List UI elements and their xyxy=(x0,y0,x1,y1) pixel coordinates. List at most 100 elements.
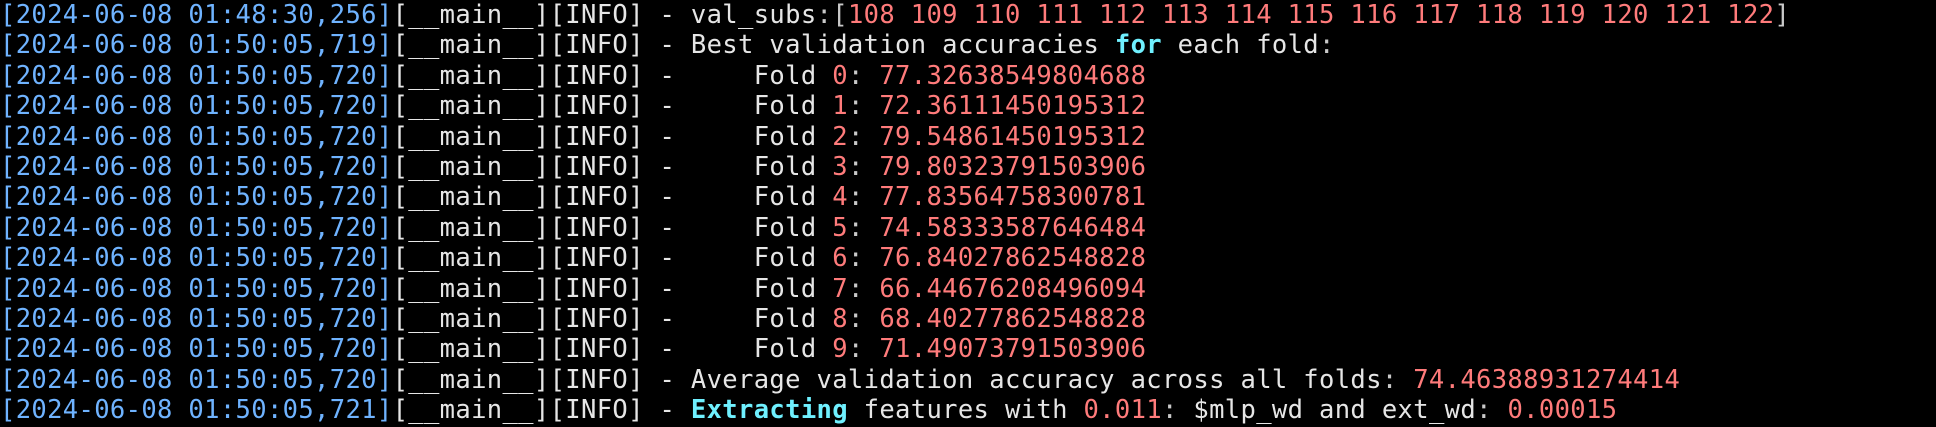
log-timestamp: [2024-06-08 01:50:05,720] xyxy=(0,182,393,213)
log-message-segment: Extracting xyxy=(690,395,848,426)
log-line: [2024-06-08 01:50:05,720][__main__][INFO… xyxy=(0,91,1936,121)
log-message-segment: 5 xyxy=(832,212,848,243)
log-message-segment: 74.46388931274414 xyxy=(1413,364,1681,395)
log-line: [2024-06-08 01:50:05,720][__main__][INFO… xyxy=(0,182,1936,212)
log-message-segment: : xyxy=(847,121,880,152)
log-message-segment: Fold xyxy=(690,151,833,182)
log-prefix: [__main__][INFO] - xyxy=(392,30,691,61)
log-timestamp: [2024-06-08 01:48:30,256] xyxy=(0,0,393,30)
log-message-segment: : xyxy=(847,243,880,274)
log-line: [2024-06-08 01:50:05,720][__main__][INFO… xyxy=(0,61,1936,91)
log-prefix: [__main__][INFO] - xyxy=(392,212,691,243)
log-timestamp: [2024-06-08 01:50:05,720] xyxy=(0,121,393,152)
log-message-segment: Average validation accuracy across all f… xyxy=(690,364,1382,395)
log-message-segment: ] xyxy=(1774,0,1791,30)
log-message-segment: : xyxy=(847,334,880,365)
log-message-segment: : xyxy=(1381,364,1414,395)
log-message-segment: : xyxy=(847,60,880,91)
log-message-segment: features with xyxy=(847,395,1084,426)
log-message-segment: 6 xyxy=(832,243,848,274)
log-message-segment: : xyxy=(847,273,880,304)
log-timestamp: [2024-06-08 01:50:05,720] xyxy=(0,303,393,334)
log-message-segment: for xyxy=(1114,30,1162,61)
log-message-segment: Fold xyxy=(690,303,833,334)
log-line: [2024-06-08 01:50:05,721][__main__][INFO… xyxy=(0,395,1936,425)
log-timestamp: [2024-06-08 01:50:05,720] xyxy=(0,91,393,122)
log-prefix: [__main__][INFO] - xyxy=(392,91,691,122)
log-message-segment: 71.49073791503906 xyxy=(879,334,1147,365)
log-message-segment: 0.00015 xyxy=(1507,395,1618,426)
log-timestamp: [2024-06-08 01:50:05,720] xyxy=(0,273,393,304)
log-message-segment: 2 xyxy=(832,121,848,152)
log-message-segment: 68.40277862548828 xyxy=(879,303,1147,334)
log-message-segment: Fold xyxy=(690,334,833,365)
log-prefix: [__main__][INFO] - xyxy=(392,243,691,274)
log-message-segment: : xyxy=(847,151,880,182)
log-line: [2024-06-08 01:48:30,256][__main__][INFO… xyxy=(0,0,1936,30)
log-message-segment: each fold xyxy=(1161,30,1320,61)
log-timestamp: [2024-06-08 01:50:05,720] xyxy=(0,364,393,395)
log-timestamp: [2024-06-08 01:50:05,720] xyxy=(0,243,393,274)
log-prefix: [__main__][INFO] - xyxy=(392,60,691,91)
terminal-output[interactable]: [2024-06-08 01:48:30,256][__main__][INFO… xyxy=(0,0,1936,425)
log-message-segment: : xyxy=(1476,395,1508,426)
log-prefix: [__main__][INFO] - xyxy=(392,0,691,30)
log-timestamp: [2024-06-08 01:50:05,720] xyxy=(0,212,393,243)
log-message-segment: Best validation accuracies xyxy=(690,30,1115,61)
log-message-segment: 108 109 110 111 112 113 114 115 116 117 … xyxy=(847,0,1775,30)
log-message-segment: : xyxy=(1162,395,1194,426)
log-line: [2024-06-08 01:50:05,720][__main__][INFO… xyxy=(0,304,1936,334)
log-message-segment: 1 xyxy=(832,91,848,122)
log-message-segment: 4 xyxy=(832,182,848,213)
log-timestamp: [2024-06-08 01:50:05,720] xyxy=(0,334,393,365)
log-message-segment: 9 xyxy=(832,334,848,365)
log-message-segment: Fold xyxy=(690,243,833,274)
log-prefix: [__main__][INFO] - xyxy=(392,182,691,213)
log-message-segment: 74.58333587646484 xyxy=(879,212,1147,243)
log-prefix: [__main__][INFO] - xyxy=(392,273,691,304)
log-message-segment: Fold xyxy=(690,121,833,152)
log-message-segment: 66.44676208496094 xyxy=(879,273,1147,304)
log-prefix: [__main__][INFO] - xyxy=(392,395,691,426)
log-message-segment: : xyxy=(847,303,880,334)
log-message-segment: : xyxy=(847,91,880,122)
log-message-segment: 72.36111450195312 xyxy=(879,91,1147,122)
log-message-segment: 77.83564758300781 xyxy=(879,182,1147,213)
log-line: [2024-06-08 01:50:05,720][__main__][INFO… xyxy=(0,213,1936,243)
log-prefix: [__main__][INFO] - xyxy=(392,334,691,365)
log-line: [2024-06-08 01:50:05,720][__main__][INFO… xyxy=(0,122,1936,152)
log-message-segment: 0.011 xyxy=(1083,395,1162,426)
log-message-segment: 79.54861450195312 xyxy=(879,121,1147,152)
log-message-segment: 0 xyxy=(832,60,848,91)
log-line: [2024-06-08 01:50:05,720][__main__][INFO… xyxy=(0,365,1936,395)
log-message-segment: : xyxy=(847,182,880,213)
log-message-segment: 7 xyxy=(832,273,848,304)
log-message-segment: : xyxy=(1319,30,1335,61)
log-prefix: [__main__][INFO] - xyxy=(392,121,691,152)
log-timestamp: [2024-06-08 01:50:05,720] xyxy=(0,60,393,91)
log-message-segment: 77.32638549804688 xyxy=(879,60,1147,91)
log-message-segment: : xyxy=(847,212,880,243)
log-timestamp: [2024-06-08 01:50:05,721] xyxy=(0,395,393,426)
log-message-segment: 3 xyxy=(832,151,848,182)
log-message-segment: val_subs xyxy=(690,0,817,30)
log-message-segment: :[ xyxy=(816,0,848,30)
log-line: [2024-06-08 01:50:05,720][__main__][INFO… xyxy=(0,152,1936,182)
log-line: [2024-06-08 01:50:05,720][__main__][INFO… xyxy=(0,243,1936,273)
log-message-segment: 79.80323791503906 xyxy=(879,151,1147,182)
log-line: [2024-06-08 01:50:05,719][__main__][INFO… xyxy=(0,30,1936,60)
log-message-segment: Fold xyxy=(690,182,833,213)
log-message-segment: Fold xyxy=(690,60,833,91)
log-timestamp: [2024-06-08 01:50:05,720] xyxy=(0,151,393,182)
log-message-segment: Fold xyxy=(690,91,833,122)
log-message-segment: $mlp_wd and ext_wd xyxy=(1193,395,1477,426)
log-line: [2024-06-08 01:50:05,720][__main__][INFO… xyxy=(0,274,1936,304)
log-message-segment: 76.84027862548828 xyxy=(879,243,1147,274)
log-prefix: [__main__][INFO] - xyxy=(392,364,691,395)
log-timestamp: [2024-06-08 01:50:05,719] xyxy=(0,30,393,61)
log-message-segment: Fold xyxy=(690,273,833,304)
log-message-segment: Fold xyxy=(690,212,833,243)
log-line: [2024-06-08 01:50:05,720][__main__][INFO… xyxy=(0,334,1936,364)
log-message-segment: 8 xyxy=(832,303,848,334)
log-prefix: [__main__][INFO] - xyxy=(392,303,691,334)
